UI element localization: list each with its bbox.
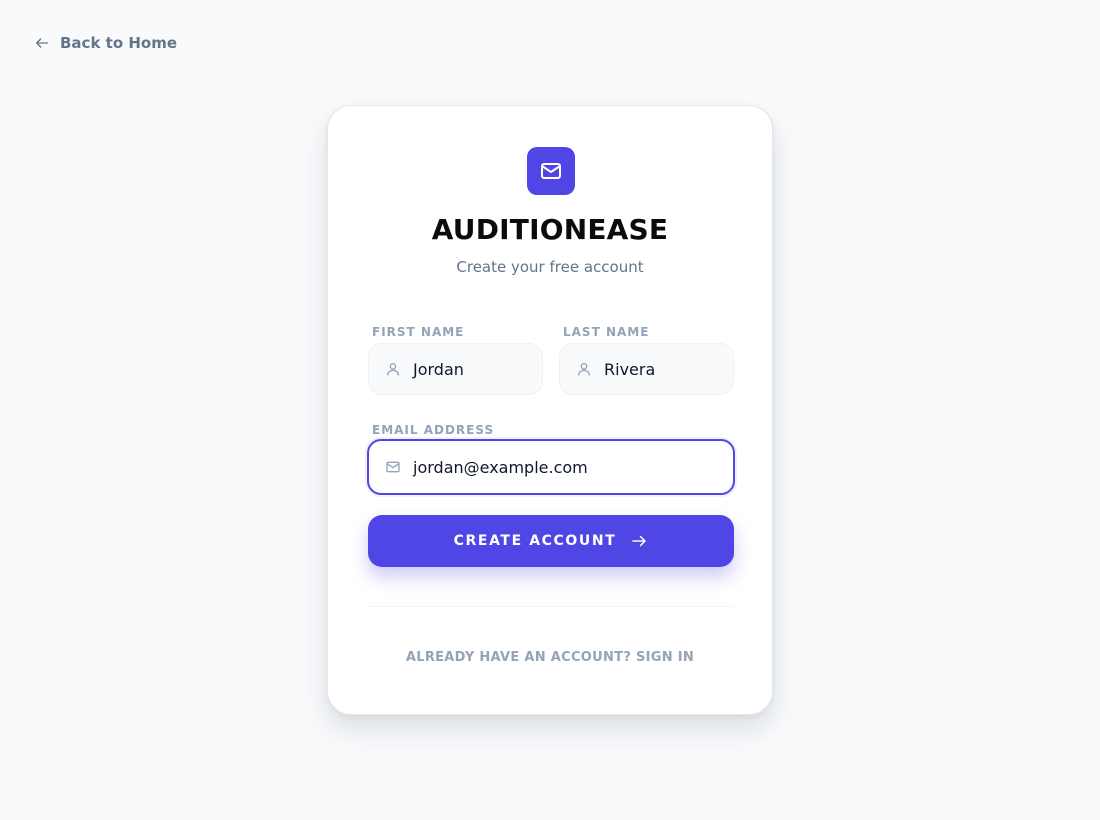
email-label: EMAIL ADDRESS <box>372 423 495 437</box>
arrow-left-icon <box>34 35 50 51</box>
mail-icon <box>539 159 563 183</box>
email-value: jordan@example.com <box>413 457 588 477</box>
user-icon <box>385 361 401 377</box>
create-account-label: CREATE ACCOUNT <box>453 533 617 549</box>
brand-name: AUDITIONEASE <box>431 213 669 246</box>
brand-logo <box>527 147 575 195</box>
divider <box>368 606 734 607</box>
first-name-label: FIRST NAME <box>372 325 465 339</box>
back-link-label: Back to Home <box>60 34 178 52</box>
sign-in-link[interactable]: ALREADY HAVE AN ACCOUNT? SIGN IN <box>328 650 772 665</box>
mail-icon <box>385 459 401 475</box>
arrow-right-icon <box>630 532 648 550</box>
first-name-value: Jordan <box>413 359 464 379</box>
last-name-label: LAST NAME <box>563 325 650 339</box>
user-icon <box>576 361 592 377</box>
first-name-field[interactable]: Jordan <box>368 343 543 395</box>
email-field[interactable]: jordan@example.com <box>367 439 735 495</box>
last-name-field[interactable]: Rivera <box>559 343 734 395</box>
last-name-value: Rivera <box>604 359 656 379</box>
signup-card: AUDITIONEASE Create your free account FI… <box>327 105 773 715</box>
back-to-home-link[interactable]: Back to Home <box>34 34 177 52</box>
page-subtitle: Create your free account <box>456 258 644 276</box>
create-account-button[interactable]: CREATE ACCOUNT <box>368 515 734 567</box>
